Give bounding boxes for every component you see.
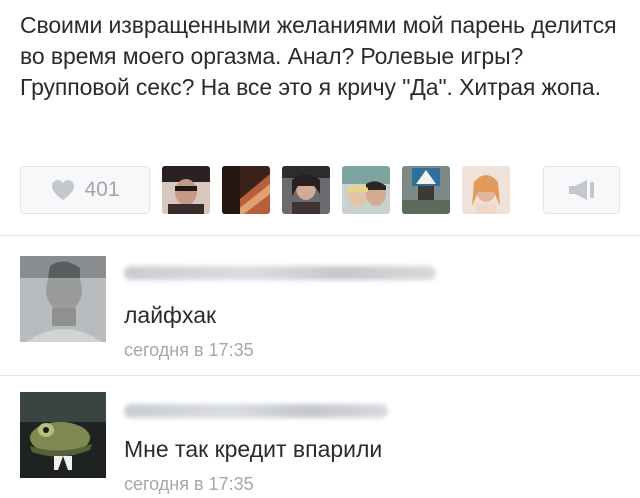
liker-avatar-4[interactable] [342, 166, 390, 214]
commenter-avatar[interactable] [20, 256, 106, 342]
megaphone-icon [567, 178, 597, 202]
comment-text: Мне так кредит впарили [124, 436, 383, 462]
commenter-avatar[interactable] [20, 392, 106, 478]
post: Своими извращенными желаниями мой парень… [0, 0, 640, 235]
liker-avatar-5[interactable] [402, 166, 450, 214]
post-actions: 401 [20, 166, 620, 214]
like-count: 401 [84, 178, 120, 201]
comment-time: сегодня в 17:35 [124, 474, 254, 494]
share-button[interactable] [543, 166, 620, 214]
post-text: Своими извращенными желаниями мой парень… [20, 12, 617, 100]
heart-icon [50, 178, 76, 202]
liker-avatar-2[interactable] [222, 166, 270, 214]
comment-author-blurred[interactable] [124, 404, 388, 418]
comment-author-blurred[interactable] [124, 266, 436, 280]
like-button[interactable]: 401 [20, 166, 150, 214]
comment-time: сегодня в 17:35 [124, 340, 254, 360]
liker-avatar-3[interactable] [282, 166, 330, 214]
comment: Мне так кредит впарили сегодня в 17:35 [0, 376, 640, 498]
liker-avatar-6[interactable] [462, 166, 510, 214]
liker-avatar-1[interactable] [162, 166, 210, 214]
comment: лайфхак сегодня в 17:35 [0, 236, 640, 370]
comment-text: лайфхак [124, 302, 217, 328]
